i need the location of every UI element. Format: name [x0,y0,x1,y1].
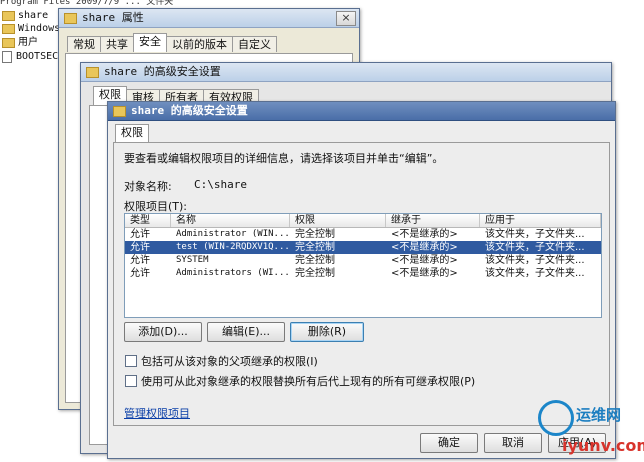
cell-applies-to: 该文件夹，子文件夹... [485,242,585,253]
cell-permission: 完全控制 [295,268,335,279]
column-inherited-from[interactable]: 继承于 [386,214,480,227]
cell-applies-to: 该文件夹，子文件夹... [485,229,585,240]
folder-icon [2,38,15,48]
tab-permissions[interactable]: 权限 [115,124,149,143]
cell-inherited-from: <不是继承的> [391,268,458,279]
folder-icon [86,66,99,78]
object-name-value: C:\share [194,178,247,191]
tab-previous-versions[interactable]: 以前的版本 [166,36,233,52]
remove-button[interactable]: 删除(R) [290,322,364,342]
inherit-checkbox[interactable] [125,355,137,367]
cell-name: Administrators (WI... [176,268,290,278]
explorer-item-windows[interactable]: Windows [2,22,60,36]
cell-name: SYSTEM [176,255,209,265]
cancel-button[interactable]: 取消 [484,433,542,453]
cell-type: 允许 [130,229,150,240]
file-icon [2,51,12,63]
tab-sharing[interactable]: 共享 [100,36,134,52]
close-icon[interactable]: × [336,11,356,26]
cell-inherited-from: <不是继承的> [391,242,458,253]
inherit-checkbox-label: 包括可从该对象的父项继承的权限(I) [141,355,318,368]
ok-button[interactable]: 确定 [420,433,478,453]
list-item[interactable]: 允许 Administrator (WIN... 完全控制 <不是继承的> 该文… [125,228,601,241]
cell-name: test (WIN-2RQDXV1Q... [176,242,290,252]
column-name[interactable]: 名称 [171,214,290,227]
explorer-item-users[interactable]: 用户 [2,36,38,50]
entries-label: 权限项目(T): [124,200,188,213]
cell-inherited-from: <不是继承的> [391,255,458,266]
cell-applies-to: 该文件夹，子文件夹... [485,255,585,266]
cell-type: 允许 [130,268,150,279]
explorer-top-row: Program Files 2009/7/9 ... 文件夹 [0,0,174,7]
watermark-text: 运维网 [576,406,622,424]
column-permission[interactable]: 权限 [290,214,386,227]
add-button[interactable]: 添加(D)... [124,322,202,342]
list-header: 类型 名称 权限 继承于 应用于 [125,214,601,228]
manage-permissions-link[interactable]: 管理权限项目 [124,405,190,421]
explorer-item-share[interactable]: share [2,9,48,23]
edit-button[interactable]: 编辑(E)... [207,322,285,342]
replace-checkbox-label: 使用可从此对象继承的权限替换所有后代上现有的所有可继承权限(P) [141,375,476,388]
permission-entries-list[interactable]: 类型 名称 权限 继承于 应用于 允许 Administrator (WIN..… [124,213,602,318]
list-item[interactable]: 允许 SYSTEM 完全控制 <不是继承的> 该文件夹，子文件夹... [125,254,601,267]
folder-icon [2,11,15,21]
list-item[interactable]: 允许 Administrators (WI... 完全控制 <不是继承的> 该文… [125,267,601,280]
cell-permission: 完全控制 [295,229,335,240]
cell-permission: 完全控制 [295,242,335,253]
tab-customize[interactable]: 自定义 [232,36,277,52]
advanced-back-titlebar: share 的高级安全设置 [81,63,611,82]
cell-applies-to: 该文件夹，子文件夹... [485,268,585,279]
cell-permission: 完全控制 [295,255,335,266]
description-text: 要查看或编辑权限项目的详细信息，请选择该项目并单击“编辑”。 [124,152,444,165]
cell-type: 允许 [130,242,150,253]
watermark-url: iyunv.com [562,436,644,455]
object-name-label: 对象名称: [124,180,172,193]
watermark-logo-icon [538,400,574,436]
folder-icon [2,24,15,34]
column-type[interactable]: 类型 [125,214,171,227]
folder-icon [64,12,77,24]
tab-security[interactable]: 安全 [133,33,167,52]
advanced-titlebar: share 的高级安全设置 [108,102,615,121]
cell-name: Administrator (WIN... [176,229,290,239]
cell-type: 允许 [130,255,150,266]
properties-titlebar: share 属性 [59,9,359,28]
list-item-selected[interactable]: 允许 test (WIN-2RQDXV1Q... 完全控制 <不是继承的> 该文… [125,241,601,254]
tab-general[interactable]: 常规 [67,36,101,52]
folder-icon [113,105,126,117]
replace-checkbox[interactable] [125,375,137,387]
cell-inherited-from: <不是继承的> [391,229,458,240]
column-applies-to[interactable]: 应用于 [480,214,601,227]
